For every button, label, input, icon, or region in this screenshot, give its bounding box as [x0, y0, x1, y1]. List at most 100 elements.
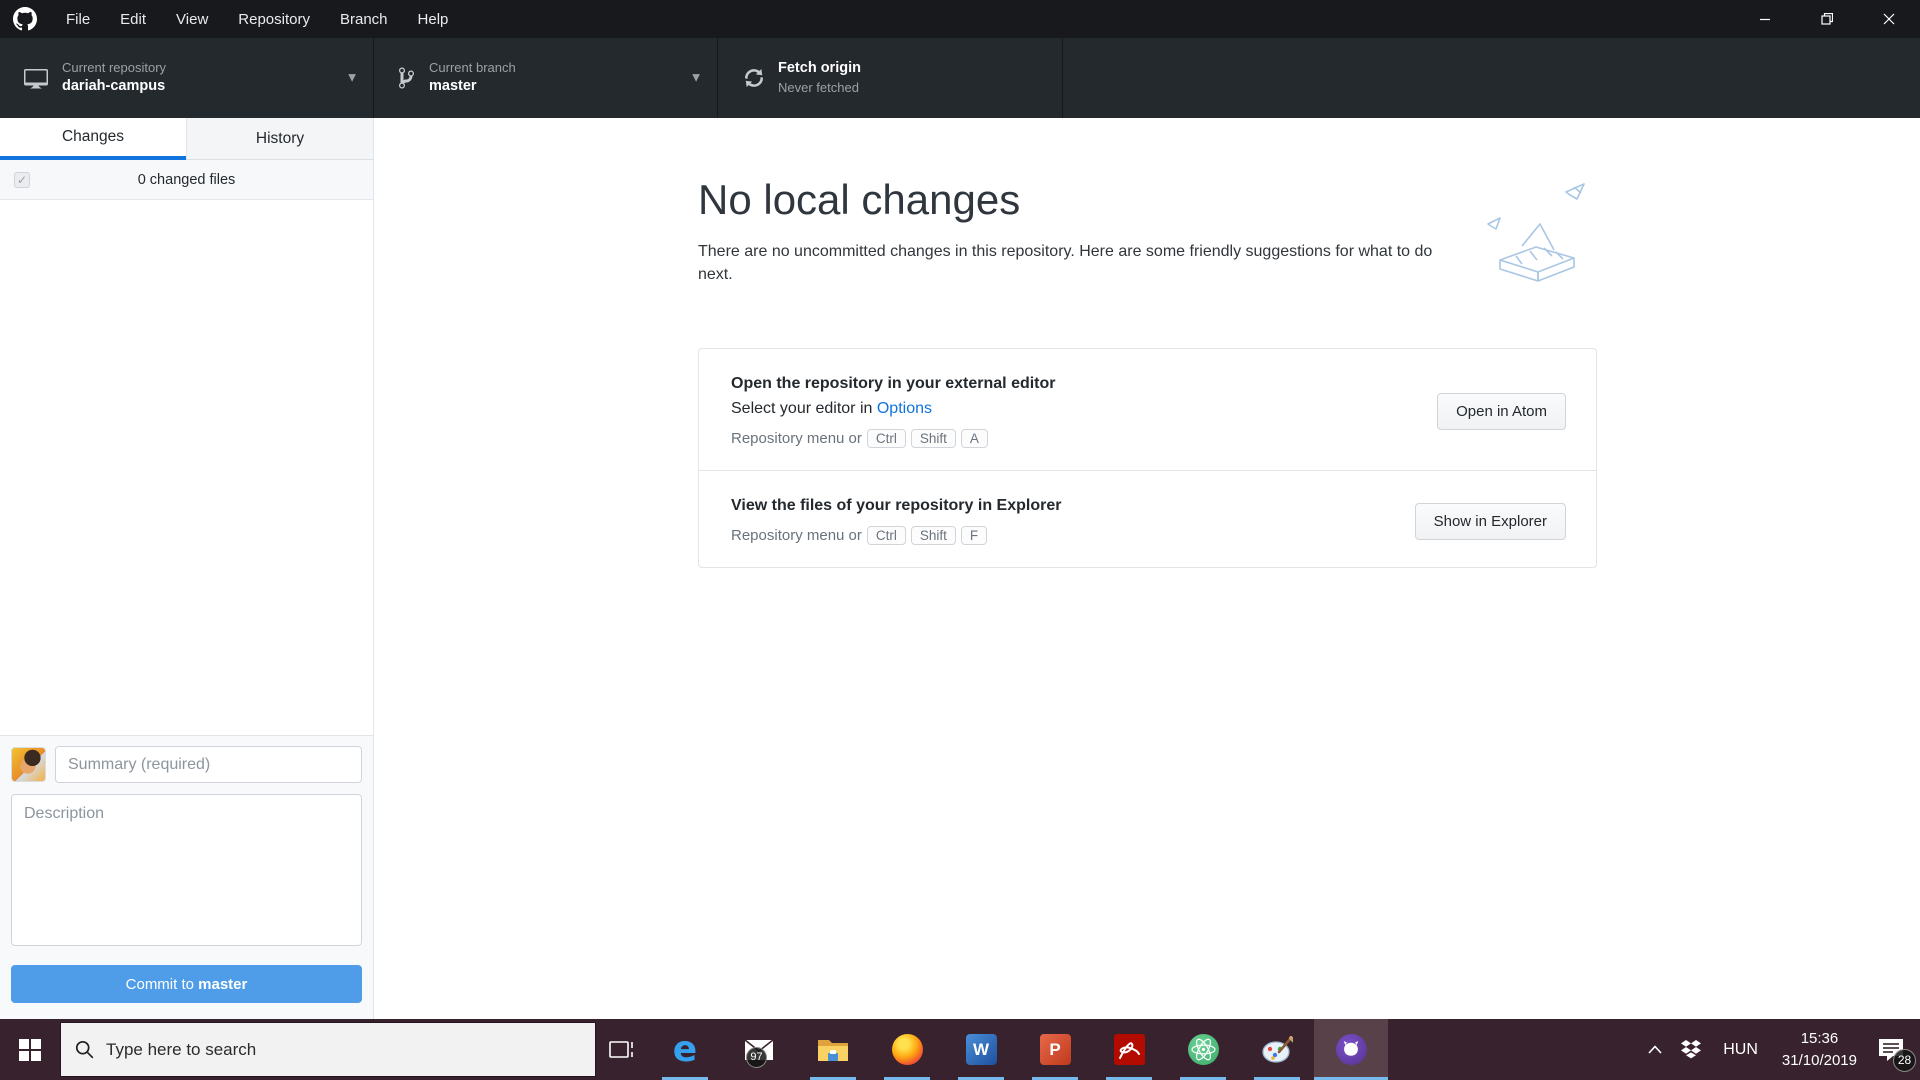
minimize-icon — [1760, 18, 1770, 21]
current-branch-value: master — [429, 77, 477, 94]
tab-history[interactable]: History — [186, 118, 373, 160]
suggestion-title: Open the repository in your external edi… — [731, 375, 1056, 393]
taskbar-icon-edge[interactable]: e — [648, 1019, 722, 1080]
open-in-atom-button[interactable]: Open in Atom — [1437, 393, 1566, 431]
task-view-button[interactable] — [596, 1019, 648, 1080]
taskbar-search[interactable] — [60, 1022, 596, 1077]
taskbar-icon-mail[interactable]: 97 — [722, 1019, 796, 1080]
changed-files-row: ✓ 0 changed files — [0, 160, 373, 200]
taskbar-icon-github-desktop[interactable] — [1314, 1019, 1388, 1080]
kbd-ctrl: Ctrl — [866, 526, 906, 546]
start-button[interactable] — [0, 1019, 60, 1080]
taskbar-icon-firefox[interactable] — [870, 1019, 944, 1080]
system-tray: HUN 15:36 31/10/2019 28 — [1639, 1019, 1920, 1080]
taskbar-icon-atom[interactable] — [1166, 1019, 1240, 1080]
menu-edit[interactable]: Edit — [105, 0, 161, 38]
mail-badge: 97 — [746, 1047, 767, 1068]
dropbox-icon — [1681, 1039, 1702, 1058]
sidebar-tabs: Changes History — [0, 118, 373, 160]
commit-summary-input[interactable] — [55, 746, 362, 783]
commit-button-prefix: Commit to — [125, 975, 199, 993]
shortcut-prefix: Repository menu or — [731, 430, 862, 448]
menu-help[interactable]: Help — [403, 0, 464, 38]
search-icon — [75, 1040, 94, 1059]
edge-icon: e — [672, 1028, 698, 1070]
avatar — [11, 747, 46, 782]
clock[interactable]: 15:36 31/10/2019 — [1770, 1019, 1869, 1080]
taskbar-icon-acrobat[interactable] — [1092, 1019, 1166, 1080]
time: 15:36 — [1800, 1029, 1839, 1047]
menu-repository[interactable]: Repository — [223, 0, 325, 38]
suggestion-title: View the files of your repository in Exp… — [731, 497, 1062, 515]
fetch-origin-button[interactable]: Fetch origin Never fetched — [718, 38, 1063, 118]
restore-icon — [1821, 13, 1833, 25]
taskbar-icon-word[interactable]: W — [944, 1019, 1018, 1080]
current-repository-label: Current repository — [62, 60, 167, 76]
restore-button[interactable] — [1796, 0, 1858, 38]
menu-branch[interactable]: Branch — [325, 0, 403, 38]
current-branch-button[interactable]: Current branch master ▼ — [374, 38, 718, 118]
fetch-origin-status: Never fetched — [778, 80, 859, 95]
menu-view[interactable]: View — [161, 0, 223, 38]
show-in-explorer-button[interactable]: Show in Explorer — [1414, 502, 1566, 540]
sidebar: Changes History ✓ 0 changed files Commit… — [0, 118, 374, 1019]
github-logo-icon — [13, 7, 37, 31]
git-branch-icon — [399, 67, 414, 89]
file-explorer-icon — [818, 1039, 848, 1061]
github-desktop-icon — [1335, 1034, 1367, 1065]
current-repository-button[interactable]: Current repository dariah-campus ▼ — [0, 38, 374, 118]
suggestion-line: Select your editor in — [731, 400, 877, 418]
word-icon: W — [965, 1034, 997, 1065]
kbd-shift: Shift — [910, 526, 956, 546]
kbd-ctrl: Ctrl — [866, 429, 906, 449]
commit-button[interactable]: Commit to master — [11, 965, 362, 1003]
menu-file[interactable]: File — [51, 0, 105, 38]
kbd-a: A — [960, 429, 988, 449]
taskbar-icon-powerpoint[interactable]: P — [1018, 1019, 1092, 1080]
dropbox-tray-icon[interactable] — [1671, 1019, 1711, 1080]
close-icon — [1883, 13, 1895, 25]
close-button[interactable] — [1858, 0, 1920, 38]
language-indicator[interactable]: HUN — [1711, 1019, 1770, 1080]
search-input[interactable] — [106, 1039, 581, 1060]
app-body: Changes History ✓ 0 changed files Commit… — [0, 118, 1920, 1019]
sync-icon — [745, 69, 763, 87]
commit-form: Commit to master — [0, 735, 373, 1019]
windows-logo-icon — [19, 1038, 41, 1061]
date: 31/10/2019 — [1781, 1051, 1857, 1069]
tab-changes[interactable]: Changes — [0, 118, 186, 160]
suggestions-panel: Open the repository in your external edi… — [698, 348, 1597, 569]
chevron-up-icon — [1648, 1045, 1662, 1054]
kbd-f: F — [960, 526, 988, 546]
commit-button-branch: master — [198, 975, 248, 993]
taskbar-icon-file-explorer[interactable] — [796, 1019, 870, 1080]
toolbar: Current repository dariah-campus ▼ Curre… — [0, 38, 1920, 118]
action-center-button[interactable]: 28 — [1869, 1019, 1920, 1080]
task-view-icon — [609, 1040, 633, 1058]
current-repository-value: dariah-campus — [62, 77, 166, 94]
taskbar-icon-paint[interactable] — [1240, 1019, 1314, 1080]
minimize-button[interactable] — [1734, 0, 1796, 38]
paint-icon — [1262, 1035, 1293, 1063]
main-content: No local changes There are no uncommitte… — [374, 118, 1920, 1019]
window-controls — [1734, 0, 1920, 38]
desktop-icon — [24, 69, 48, 89]
taskbar: e 97 W P — [0, 1019, 1920, 1080]
chevron-down-icon: ▼ — [692, 72, 700, 84]
tray-expand-button[interactable] — [1639, 1019, 1671, 1080]
suggestion-open-editor: Open the repository in your external edi… — [699, 349, 1596, 470]
suggestion-show-explorer: View the files of your repository in Exp… — [699, 470, 1596, 567]
options-link[interactable]: Options — [877, 400, 932, 417]
select-all-checkbox[interactable]: ✓ — [14, 171, 30, 188]
github-desktop-window: File Edit View Repository Branch Help Cu… — [0, 0, 1920, 1080]
changes-list-empty — [0, 200, 373, 735]
empty-state-illustration — [1487, 183, 1585, 282]
shortcut-prefix: Repository menu or — [731, 527, 862, 545]
kbd-shift: Shift — [910, 429, 956, 449]
fetch-origin-label: Fetch origin — [778, 60, 861, 77]
powerpoint-icon: P — [1039, 1034, 1071, 1065]
page-subtitle: There are no uncommitted changes in this… — [698, 243, 1433, 284]
changed-files-count: 0 changed files — [137, 171, 236, 188]
acrobat-icon — [1113, 1034, 1145, 1065]
commit-description-input[interactable] — [11, 794, 362, 946]
